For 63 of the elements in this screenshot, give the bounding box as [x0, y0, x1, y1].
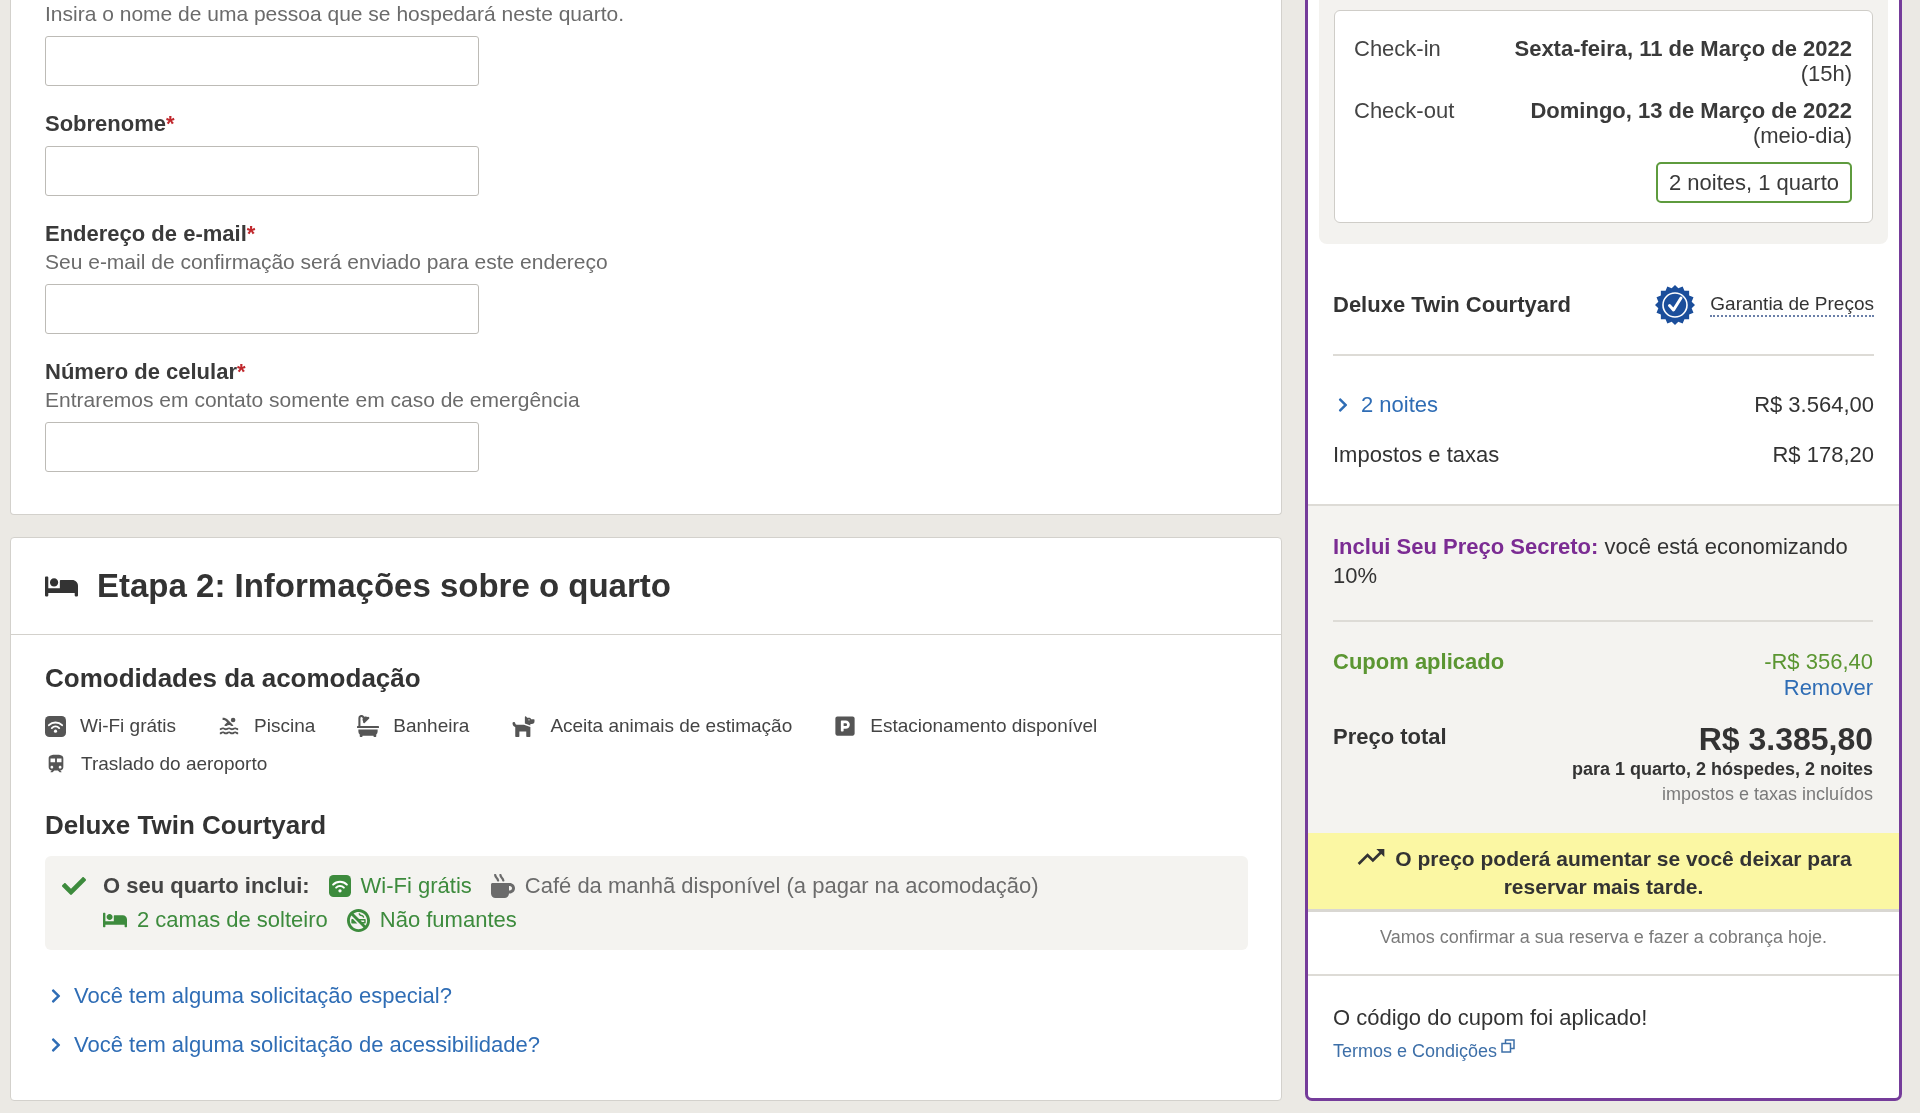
external-link-icon [1501, 1039, 1516, 1053]
taxes-label: Impostos e taxas [1333, 442, 1500, 468]
field-label: Número de celular* [45, 358, 246, 386]
total-label: Preço total [1333, 724, 1447, 750]
coupon-label: Cupom aplicado [1333, 649, 1505, 675]
field-label: Sobrenome* [45, 110, 175, 138]
step-title: Etapa 2: Informações sobre o quarto [97, 566, 671, 606]
amenities-heading: Comodidades da acomodação [45, 663, 421, 693]
charge-note: Vamos confirmar a sua reserva e fazer a cobrança hoje. [1380, 926, 1827, 949]
field-hint: Insira o nome de uma pessoa que se hospedará neste quarto. [45, 1, 625, 27]
total-details: para 1 quarto, 2 hóspedes, 2 noites [1571, 758, 1873, 780]
amenity-label: Aceita animais de estimação [550, 714, 793, 738]
text-input[interactable] [45, 284, 479, 334]
field-label: Endereço de e-mail* [45, 220, 256, 248]
nights-toggle-link[interactable]: 2 noites [1333, 392, 1439, 418]
dog-icon [511, 715, 537, 737]
coupon-amount: -R$ 356,40 [1764, 649, 1873, 675]
time-value: (meio-dia) [1752, 124, 1852, 148]
bathtub-icon [357, 715, 380, 737]
request-toggle-link[interactable]: Você tem alguma solicitação especial? [45, 983, 452, 1009]
swimmer-icon [218, 715, 241, 737]
total-amount: R$ 3.385,80 [1698, 720, 1873, 758]
parking-icon [834, 715, 857, 737]
includes-label: O seu quarto inclui: [103, 872, 310, 900]
amenity-label: Traslado do aeroporto [81, 752, 268, 776]
coupon-message: O código do cupom foi aplicado! [1333, 1005, 1648, 1031]
room-name: Deluxe Twin Courtyard [1333, 292, 1571, 318]
taxes-price: R$ 178,20 [1772, 442, 1874, 468]
secret-price-note: Inclui Seu Preço Secreto: você está economizando 10% [1333, 533, 1849, 590]
stay-length-tag: 2 noites, 1 quarto [1656, 162, 1852, 203]
included-feature: Wi-Fi grátis [360, 872, 472, 900]
date-label: Check-in [1354, 36, 1441, 62]
amenity-label: Banheira [393, 714, 470, 738]
text-input[interactable] [45, 146, 479, 196]
amenity-label: Piscina [254, 714, 316, 738]
no-smoking-icon [346, 908, 370, 932]
time-value: (15h) [1800, 62, 1852, 86]
taxes-included-note: impostos e taxas incluídos [1661, 783, 1873, 805]
included-feature: Café da manhã disponível (a pagar na acomodação) [524, 872, 1039, 900]
check-icon [62, 874, 86, 898]
amenity-label: Wi-Fi grátis [80, 714, 177, 738]
remove-coupon-link[interactable]: Remover [1783, 675, 1873, 701]
date-value: Domingo, 13 de Março de 2022 [1530, 98, 1852, 124]
room-name: Deluxe Twin Courtyard [45, 810, 327, 840]
field-hint: Seu e-mail de confirmação será enviado para este endereço [45, 249, 608, 275]
date-value: Sexta-feira, 11 de Março de 2022 [1514, 36, 1852, 62]
nights-price: R$ 3.564,00 [1754, 392, 1874, 418]
price-guarantee-link[interactable]: Garantia de Preços [1710, 293, 1874, 317]
bed-icon [103, 910, 127, 930]
field-hint: Entraremos em contato somente em caso de emergência [45, 387, 580, 413]
price-alert-text: O preço poderá aumentar se você deixar para reservar mais tarde. [1395, 847, 1852, 898]
terms-link[interactable]: Termos e Condições [1333, 1039, 1516, 1062]
included-feature: Não fumantes [379, 906, 517, 934]
wifi-icon [328, 875, 351, 897]
date-label: Check-out [1354, 98, 1455, 124]
text-input[interactable] [45, 36, 479, 86]
wifi-icon [45, 715, 66, 737]
amenity-label: Estacionamento disponível [870, 714, 1098, 738]
text-input[interactable] [45, 422, 479, 472]
request-toggle-link[interactable]: Você tem alguma solicitação de acessibilidade? [45, 1032, 540, 1058]
included-feature: 2 camas de solteiro [137, 906, 328, 934]
steaming-cup-icon [490, 874, 515, 898]
seal-check-icon [1655, 285, 1696, 325]
